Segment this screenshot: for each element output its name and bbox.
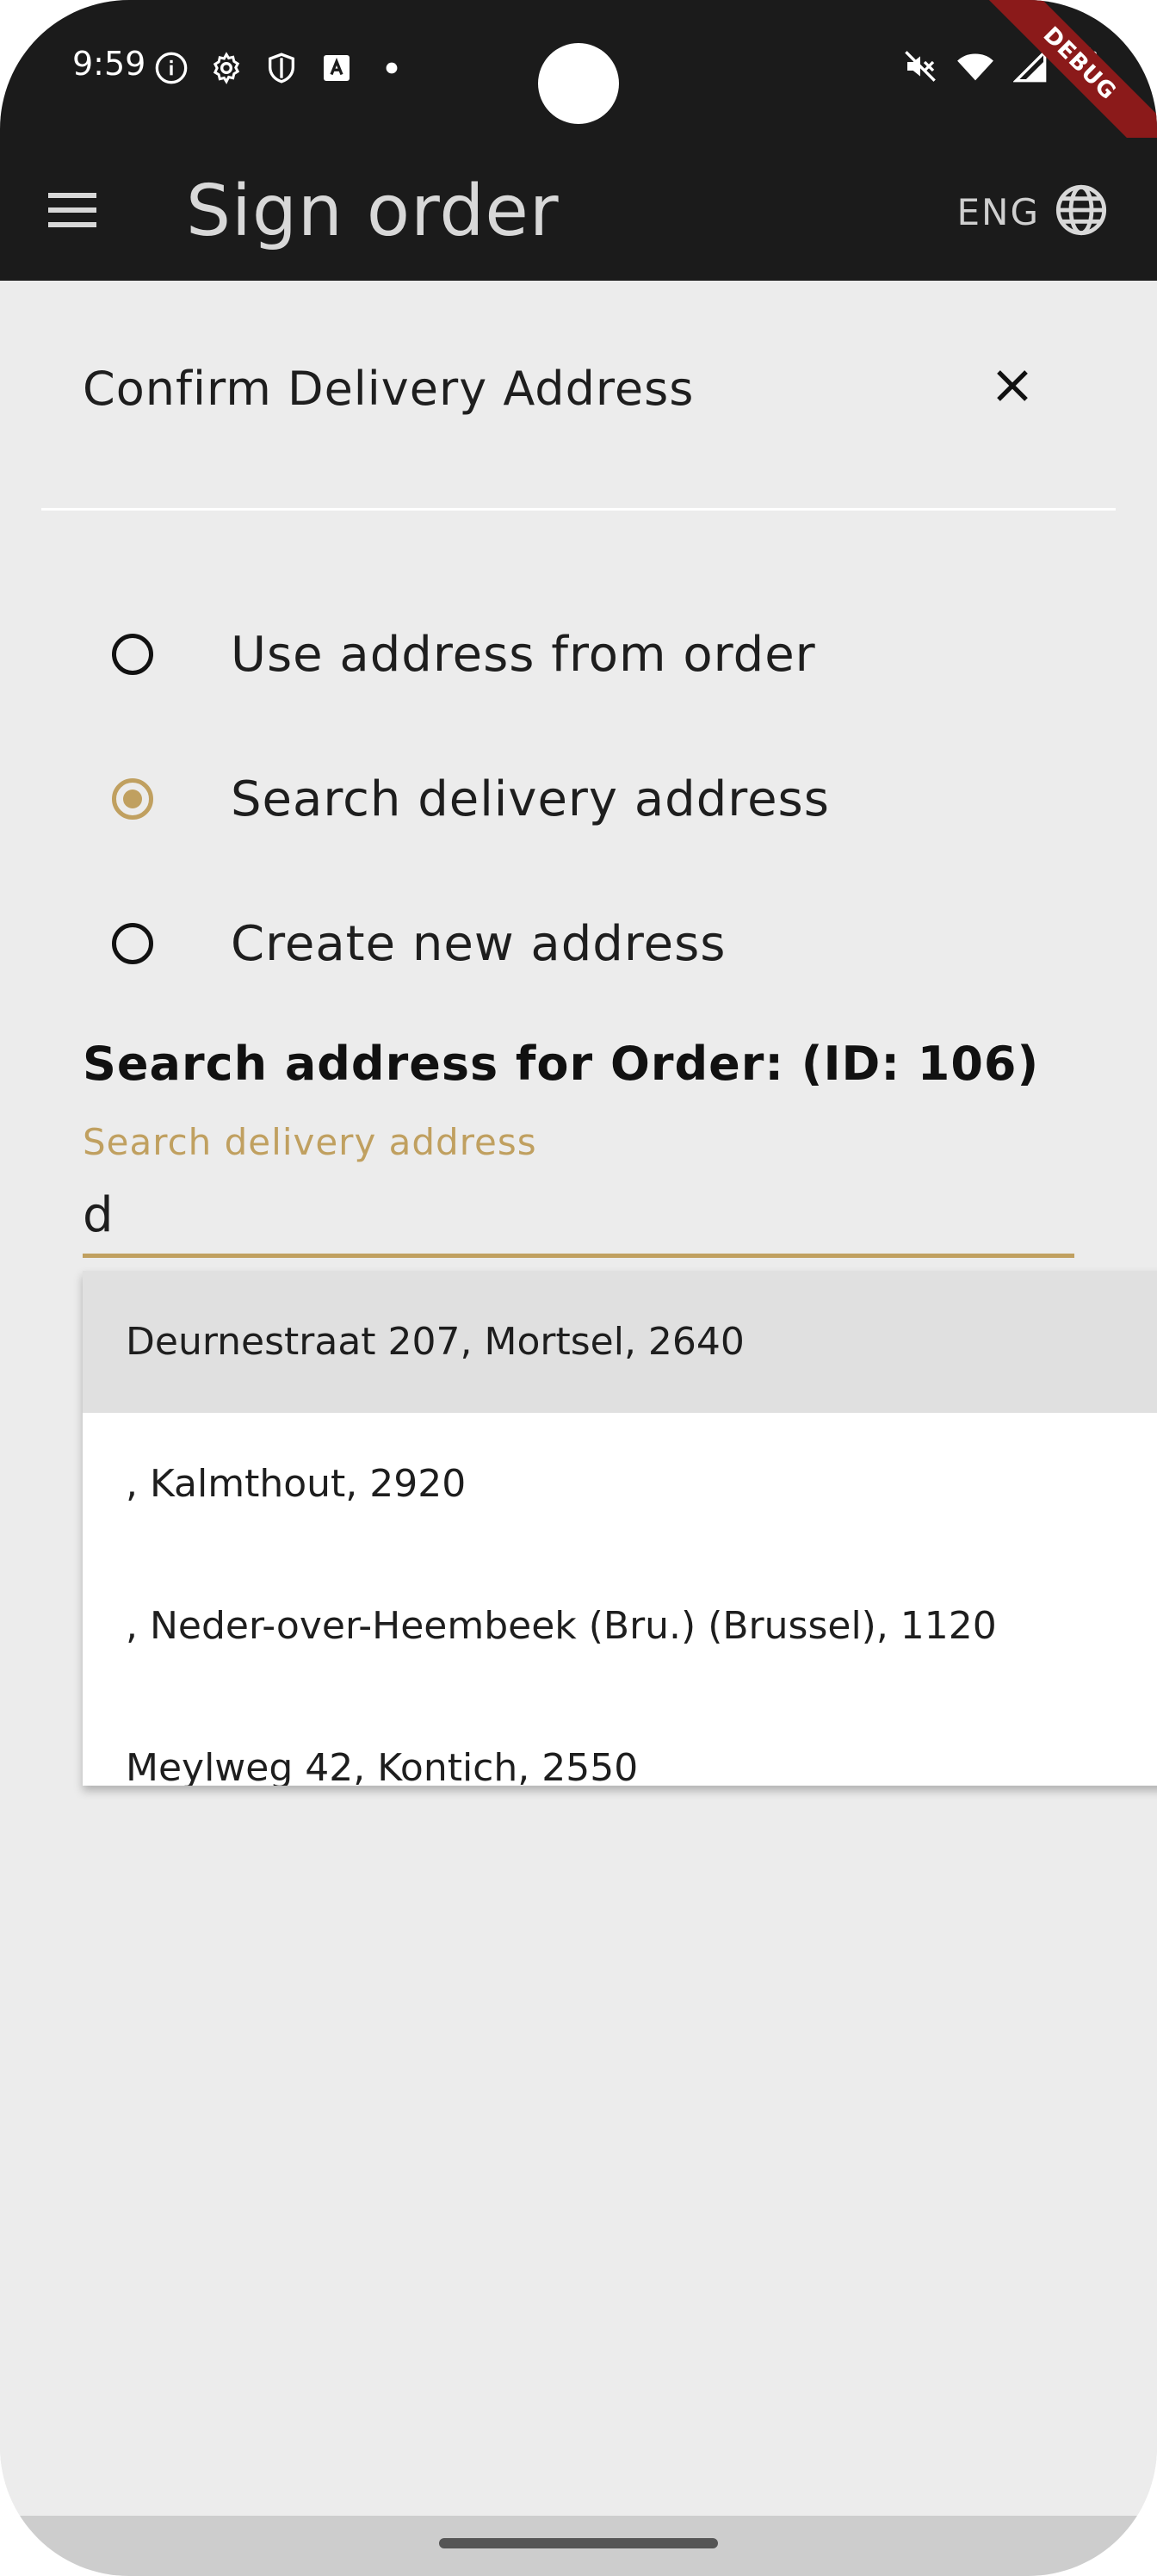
option-search-delivery-address[interactable]: Search delivery address xyxy=(83,747,1116,851)
divider xyxy=(41,508,1116,511)
search-heading: Search address for Order: (ID: 106) xyxy=(83,1037,1040,1091)
status-time: 9:59 xyxy=(72,45,146,83)
info-icon xyxy=(152,48,191,88)
device-screen: 9:59 DEBUG Sign order ENG Confirm Delive… xyxy=(0,0,1157,2576)
radio-create-new-address[interactable] xyxy=(112,923,153,964)
menu-button[interactable] xyxy=(41,181,103,243)
sheet-title: Confirm Delivery Address xyxy=(83,362,695,416)
option-label: Use address from order xyxy=(231,626,816,683)
suggestion-item[interactable]: Deurnestraat 207, Mortsel, 2640 xyxy=(83,1271,1157,1413)
language-button[interactable] xyxy=(1050,181,1112,243)
option-use-address-from-order[interactable]: Use address from order xyxy=(83,603,1116,706)
option-label: Search delivery address xyxy=(231,771,830,827)
page-title: Sign order xyxy=(186,170,560,252)
wifi-icon xyxy=(956,46,995,86)
app-bar: Sign order ENG xyxy=(0,138,1157,281)
search-input[interactable] xyxy=(83,1176,1074,1258)
status-bar: 9:59 DEBUG xyxy=(0,0,1157,175)
radio-use-address-from-order[interactable] xyxy=(112,634,153,675)
option-label: Create new address xyxy=(231,915,727,972)
suggestions-dropdown: Deurnestraat 207, Mortsel, 2640 , Kalmth… xyxy=(83,1271,1157,1786)
suggestion-item[interactable]: , Kalmthout, 2920 xyxy=(83,1413,1157,1555)
language-label[interactable]: ENG xyxy=(956,191,1040,233)
menu-icon xyxy=(48,191,96,232)
search-field-label: Search delivery address xyxy=(83,1121,537,1163)
shield-icon xyxy=(262,48,301,88)
gear-icon xyxy=(207,48,246,88)
camera-cutout xyxy=(538,43,619,124)
close-button[interactable] xyxy=(981,356,1043,418)
suggestion-item[interactable]: Meylweg 42, Kontich, 2550 xyxy=(83,1697,1157,1786)
globe-icon xyxy=(1054,183,1109,241)
status-icons-left xyxy=(152,48,411,88)
dot-icon xyxy=(372,48,411,88)
close-icon xyxy=(992,365,1033,410)
option-create-new-address[interactable]: Create new address xyxy=(83,892,1116,995)
radio-search-delivery-address[interactable] xyxy=(112,778,153,820)
mute-icon xyxy=(900,46,940,86)
home-indicator[interactable] xyxy=(439,2538,718,2548)
suggestion-item[interactable]: , Neder-over-Heembeek (Bru.) (Brussel), … xyxy=(83,1555,1157,1697)
font-a-icon xyxy=(317,48,356,88)
